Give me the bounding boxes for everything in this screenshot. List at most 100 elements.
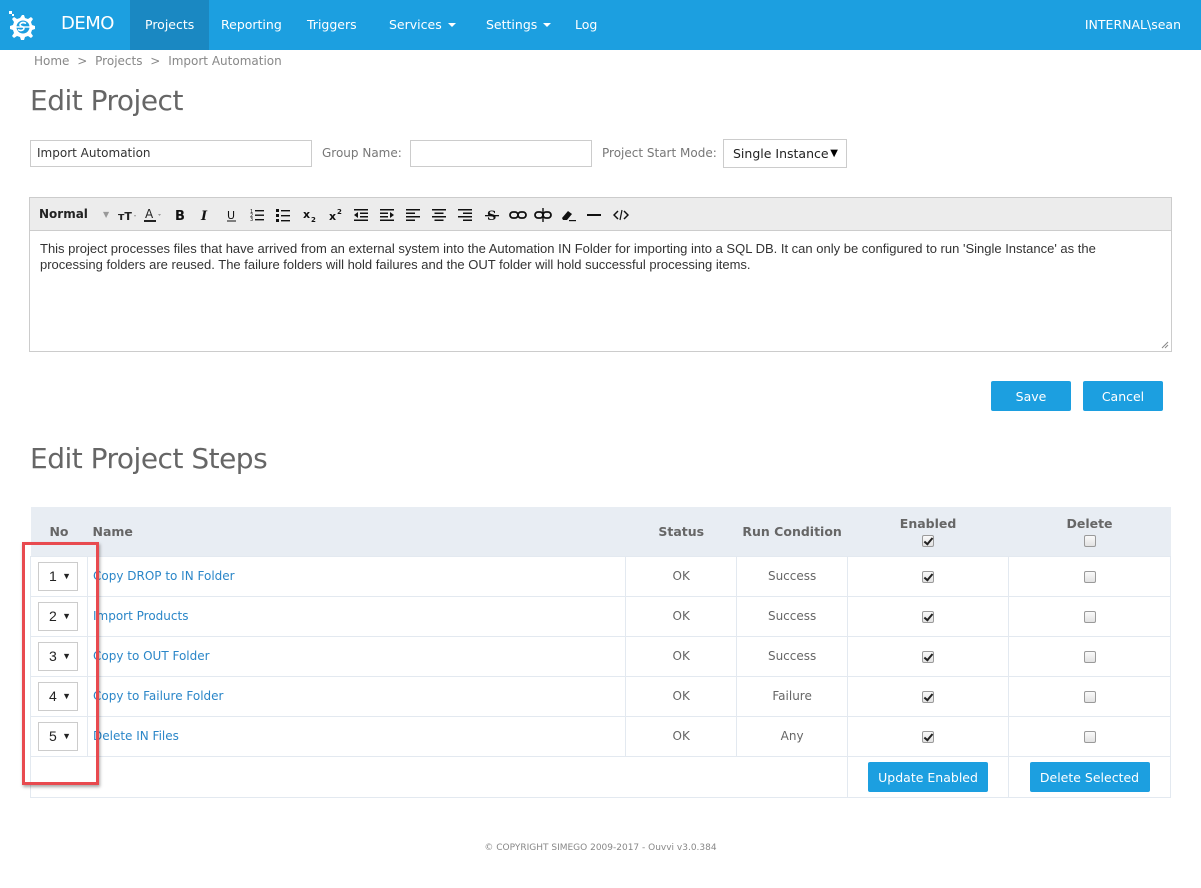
breadcrumb-projects[interactable]: Projects xyxy=(95,54,142,68)
delete-selected-button[interactable]: Delete Selected xyxy=(1029,761,1150,792)
delete-select-all-checkbox[interactable] xyxy=(1083,534,1096,547)
step-enabled-checkbox[interactable] xyxy=(922,690,935,703)
gear-s-logo-icon[interactable] xyxy=(6,9,38,41)
unlink-icon[interactable] xyxy=(534,198,552,231)
step-order-cell: 4 ▼ xyxy=(30,675,88,717)
step-order-select[interactable]: 1 ▼ xyxy=(38,561,78,591)
group-name-label: Group Name: xyxy=(322,146,402,160)
project-steps-table: No Name Status Run Condition Enabled Del… xyxy=(29,507,1171,798)
step-order-select[interactable]: 3 ▼ xyxy=(38,641,78,671)
bold-icon[interactable]: B xyxy=(174,198,186,231)
svg-text:I: I xyxy=(200,209,208,222)
page-title: Edit Project xyxy=(30,84,183,117)
step-name-cell: Copy to OUT Folder xyxy=(86,635,627,677)
nav-settings[interactable]: Settings xyxy=(471,0,566,50)
step-enabled-checkbox[interactable] xyxy=(922,570,935,583)
step-order-select[interactable]: 5 ▼ xyxy=(38,721,78,751)
save-button[interactable]: Save xyxy=(991,381,1071,411)
paragraph-style-select[interactable]: Normal xyxy=(39,198,88,231)
superscript-icon[interactable]: x2 xyxy=(329,198,343,231)
strikethrough-icon[interactable]: S xyxy=(485,198,499,231)
svg-text:тT: тT xyxy=(118,210,132,222)
link-icon[interactable] xyxy=(509,198,527,231)
table-actions-row: Update Enabled Delete Selected xyxy=(29,755,1171,798)
align-right-icon[interactable] xyxy=(458,198,472,231)
step-delete-checkbox[interactable] xyxy=(1083,730,1096,743)
start-mode-select[interactable]: Single Instance ▼ xyxy=(723,139,847,168)
step-order-cell: 1 ▼ xyxy=(30,555,88,597)
step-enabled-checkbox[interactable] xyxy=(922,610,935,623)
svg-text:x: x xyxy=(303,208,310,221)
nav-projects-label: Projects xyxy=(145,17,195,32)
step-name-link[interactable]: Copy to Failure Folder xyxy=(88,689,224,703)
step-delete-cell xyxy=(1008,675,1171,717)
empty-cell xyxy=(29,755,848,798)
project-name-input[interactable]: Import Automation xyxy=(30,140,312,167)
underline-icon[interactable]: U xyxy=(226,198,238,231)
step-status: OK xyxy=(625,595,738,637)
step-name-cell: Copy to Failure Folder xyxy=(86,675,627,717)
align-center-icon[interactable] xyxy=(432,198,446,231)
update-enabled-cell: Update Enabled xyxy=(847,755,1010,798)
step-order-select[interactable]: 4 ▼ xyxy=(38,681,78,711)
step-delete-checkbox[interactable] xyxy=(1083,690,1096,703)
start-mode-label: Project Start Mode: xyxy=(602,146,717,160)
svg-text:x: x xyxy=(329,210,336,223)
table-row: 1 ▼ Copy DROP to IN Folder OK Success xyxy=(30,555,1171,597)
dropdown-arrow-icon[interactable]: ▼ xyxy=(103,198,109,231)
step-order-cell: 3 ▼ xyxy=(30,635,88,677)
step-name-link[interactable]: Import Products xyxy=(88,609,188,623)
nav-log[interactable]: Log xyxy=(560,0,612,50)
brand-name[interactable]: DEMO xyxy=(61,13,114,34)
description-textarea[interactable]: This project processes files that have a… xyxy=(30,231,1171,283)
svg-text:A: A xyxy=(145,207,154,221)
step-name-link[interactable]: Delete IN Files xyxy=(88,729,179,743)
step-name-cell: Copy DROP to IN Folder xyxy=(86,555,627,597)
step-name-link[interactable]: Copy DROP to IN Folder xyxy=(88,569,235,583)
update-enabled-button[interactable]: Update Enabled xyxy=(868,761,989,792)
nav-services[interactable]: Services xyxy=(374,0,471,50)
font-color-icon[interactable]: A xyxy=(144,198,164,231)
breadcrumb-separator: > xyxy=(77,54,88,68)
clear-format-icon[interactable] xyxy=(560,198,576,231)
font-size-icon[interactable]: тT xyxy=(118,198,138,231)
ordered-list-icon[interactable]: 123 xyxy=(250,198,264,231)
step-delete-checkbox[interactable] xyxy=(1083,650,1096,663)
step-delete-cell xyxy=(1008,555,1171,597)
step-delete-checkbox[interactable] xyxy=(1083,610,1096,623)
step-delete-cell xyxy=(1008,715,1171,757)
svg-text:U: U xyxy=(227,209,235,222)
step-enabled-checkbox[interactable] xyxy=(922,650,935,663)
indent-icon[interactable] xyxy=(380,198,394,231)
dropdown-arrow-icon: ▼ xyxy=(62,650,71,661)
user-menu[interactable]: INTERNAL\sean xyxy=(1085,0,1181,50)
step-enabled-cell xyxy=(847,675,1010,717)
step-order-value: 4 xyxy=(49,687,57,704)
table-row: 4 ▼ Copy to Failure Folder OK Failure xyxy=(30,675,1171,717)
svg-text:B: B xyxy=(175,209,185,222)
nav-triggers[interactable]: Triggers xyxy=(292,0,372,50)
outdent-icon[interactable] xyxy=(354,198,368,231)
steps-section-title: Edit Project Steps xyxy=(30,442,268,475)
step-run-condition: Success xyxy=(736,635,849,677)
italic-icon[interactable]: I xyxy=(200,198,212,231)
step-status: OK xyxy=(625,715,738,757)
cancel-button[interactable]: Cancel xyxy=(1083,381,1163,411)
step-enabled-checkbox[interactable] xyxy=(922,730,935,743)
subscript-icon[interactable]: x2 xyxy=(303,198,317,231)
nav-projects[interactable]: Projects xyxy=(130,0,210,50)
dropdown-arrow-icon: ▼ xyxy=(830,148,838,159)
unordered-list-icon[interactable] xyxy=(276,198,290,231)
code-view-icon[interactable] xyxy=(612,198,630,231)
step-order-select[interactable]: 2 ▼ xyxy=(38,601,78,631)
nav-reporting[interactable]: Reporting xyxy=(206,0,297,50)
resize-handle-icon[interactable] xyxy=(1161,341,1169,349)
align-left-icon[interactable] xyxy=(406,198,420,231)
step-name-link[interactable]: Copy to OUT Folder xyxy=(88,649,210,663)
breadcrumb-home[interactable]: Home xyxy=(34,54,69,68)
enabled-select-all-checkbox[interactable] xyxy=(922,534,935,547)
step-delete-checkbox[interactable] xyxy=(1083,570,1096,583)
group-name-input[interactable] xyxy=(410,140,592,167)
horizontal-rule-icon[interactable] xyxy=(587,198,601,231)
description-editor: Normal ▼ тT A B I U 123 x2 x2 S This pro… xyxy=(29,197,1172,352)
